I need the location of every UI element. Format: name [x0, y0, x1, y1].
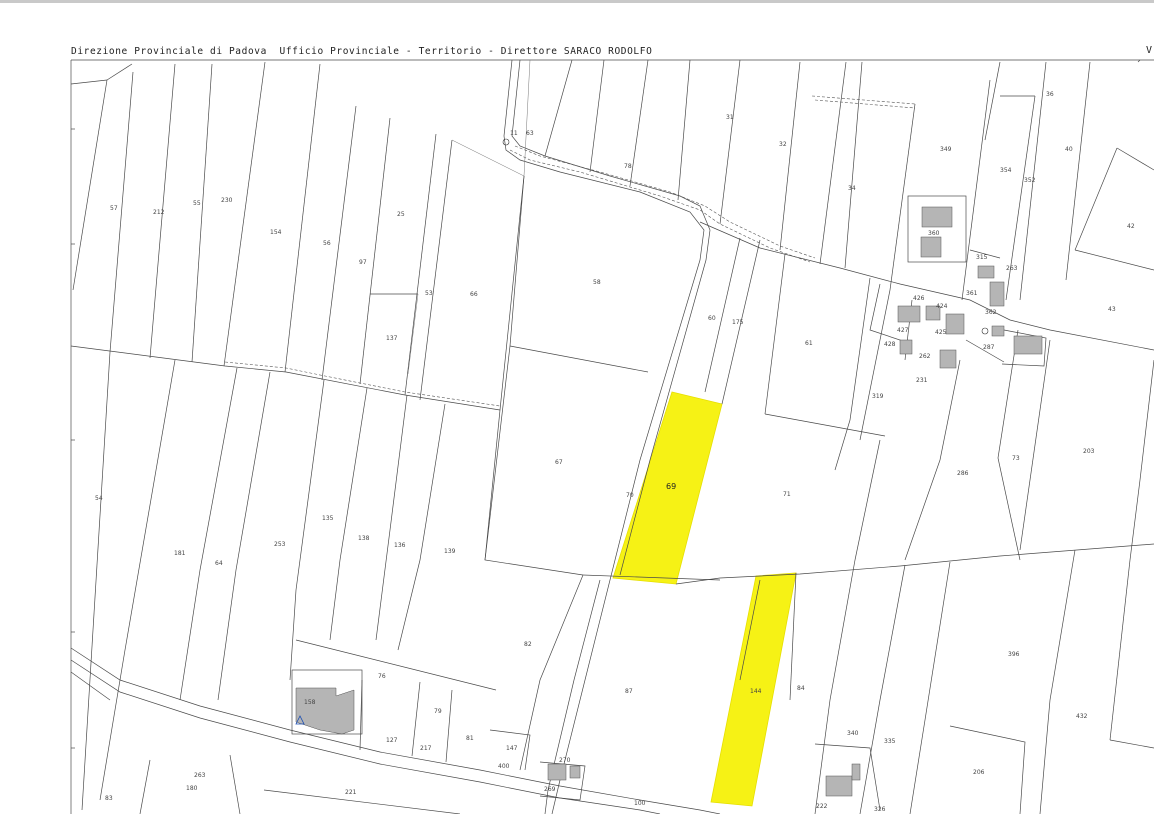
parcel-83-label: 83 — [105, 795, 113, 802]
parcel-61-label: 61 — [805, 340, 813, 347]
parcel-138-label: 138 — [358, 535, 370, 542]
parcel-426-label: 426 — [913, 295, 925, 302]
parcel-203-label: 203 — [1083, 448, 1095, 455]
parcel-31-label: 31 — [726, 114, 734, 121]
parcel-boundaries — [70, 59, 1154, 814]
parcel-270-label: 270 — [559, 757, 571, 764]
parcel-144-label: 144 — [750, 688, 762, 695]
parcel-63-label: 63 — [526, 130, 534, 137]
parcel-34-label: 34 — [848, 185, 856, 192]
parcel-253-label: 253 — [274, 541, 286, 548]
parcel-396-label: 396 — [1008, 651, 1020, 658]
parcel-212-label: 212 — [153, 209, 165, 216]
survey-point-icon — [502, 138, 510, 146]
parcel-180-label: 180 — [186, 785, 198, 792]
parcel-135-label: 135 — [322, 515, 334, 522]
parcel-158-label: 158 — [304, 699, 316, 706]
parcel-362-label: 362 — [985, 309, 997, 316]
parcel-262-label: 262 — [919, 353, 931, 360]
parcel-147-label: 147 — [506, 745, 518, 752]
parcel-43-label: 43 — [1108, 306, 1116, 313]
parcel-400-label: 400 — [498, 763, 510, 770]
parcel-82-label: 82 — [524, 641, 532, 648]
parcel-352-label: 352 — [1024, 177, 1036, 184]
parcel-175-label: 175 — [732, 319, 744, 326]
map-symbols — [295, 138, 989, 725]
parcel-326-label: 326 — [874, 806, 886, 813]
parcel-79-label: 79 — [434, 708, 442, 715]
parcel-87-label: 87 — [625, 688, 633, 695]
parcel-263-label: 263 — [1006, 265, 1018, 272]
parcel-127-label: 127 — [386, 737, 398, 744]
parcel-25-label: 25 — [397, 211, 405, 218]
survey-point-icon — [981, 327, 989, 335]
parcel-263b-label: 263 — [194, 772, 206, 779]
parcel-315-label: 315 — [976, 254, 988, 261]
parcel-424-label: 424 — [936, 303, 948, 310]
parcel-55-label: 55 — [193, 200, 201, 207]
parcel-432-label: 432 — [1076, 713, 1088, 720]
map-frame — [70, 59, 1154, 814]
parcel-76-label: 76 — [378, 673, 386, 680]
parcel-349-label: 349 — [940, 146, 952, 153]
parcel-78-label: 78 — [624, 163, 632, 170]
parcel-labels: 57 212 55 230 154 56 25 97 53 66 137 11 … — [95, 91, 1135, 813]
parcel-32-label: 32 — [779, 141, 787, 148]
parcel-36-label: 36 — [1046, 91, 1054, 98]
parcel-58-label: 58 — [593, 279, 601, 286]
parcel-269-label: 269 — [544, 786, 556, 793]
parcel-54-label: 54 — [95, 495, 103, 502]
parcel-335-label: 335 — [884, 738, 896, 745]
parcel-231-label: 231 — [916, 377, 928, 384]
parcel-340-label: 340 — [847, 730, 859, 737]
parcel-71-label: 71 — [783, 491, 791, 498]
parcel-73-label: 73 — [1012, 455, 1020, 462]
parcel-67-label: 67 — [555, 459, 563, 466]
parcel-319-label: 319 — [872, 393, 884, 400]
parcel-361-label: 361 — [966, 290, 978, 297]
parcel-354-label: 354 — [1000, 167, 1012, 174]
parcel-427-label: 427 — [897, 327, 909, 334]
parcel-69-label: 69 — [666, 482, 676, 491]
parcel-360-label: 360 — [928, 230, 940, 237]
parcel-66-label: 66 — [470, 291, 478, 298]
parcel-81-label: 81 — [466, 735, 474, 742]
parcel-42-label: 42 — [1127, 223, 1135, 230]
parcel-428-label: 428 — [884, 341, 896, 348]
parcel-40-label: 40 — [1065, 146, 1073, 153]
parcel-60-label: 60 — [708, 315, 716, 322]
parcel-57-label: 57 — [110, 205, 118, 212]
parcel-139-label: 139 — [444, 548, 456, 555]
parcel-425-label: 425 — [935, 329, 947, 336]
parcel-100-label: 100 — [634, 800, 646, 807]
parcel-222-label: 222 — [816, 803, 828, 810]
parcel-287-label: 287 — [983, 344, 995, 351]
cadastral-map: 57 212 55 230 154 56 25 97 53 66 137 11 … — [70, 59, 1154, 814]
parcel-217-label: 217 — [420, 745, 432, 752]
parcel-154-label: 154 — [270, 229, 282, 236]
parcel-230-label: 230 — [221, 197, 233, 204]
parcel-181-label: 181 — [174, 550, 186, 557]
parcel-221-label: 221 — [345, 789, 357, 796]
parcel-11-label: 11 — [510, 130, 518, 137]
parcel-70-label: 70 — [626, 492, 634, 499]
parcel-286-label: 286 — [957, 470, 969, 477]
parcel-53-label: 53 — [425, 290, 433, 297]
parcel-136-label: 136 — [394, 542, 406, 549]
parcel-97-label: 97 — [359, 259, 367, 266]
highlighted-parcels — [612, 391, 797, 807]
parcel-56-label: 56 — [323, 240, 331, 247]
parcel-206-label: 206 — [973, 769, 985, 776]
parcel-64-label: 64 — [215, 560, 223, 567]
parcel-84-label: 84 — [797, 685, 805, 692]
parcel-137-label: 137 — [386, 335, 398, 342]
